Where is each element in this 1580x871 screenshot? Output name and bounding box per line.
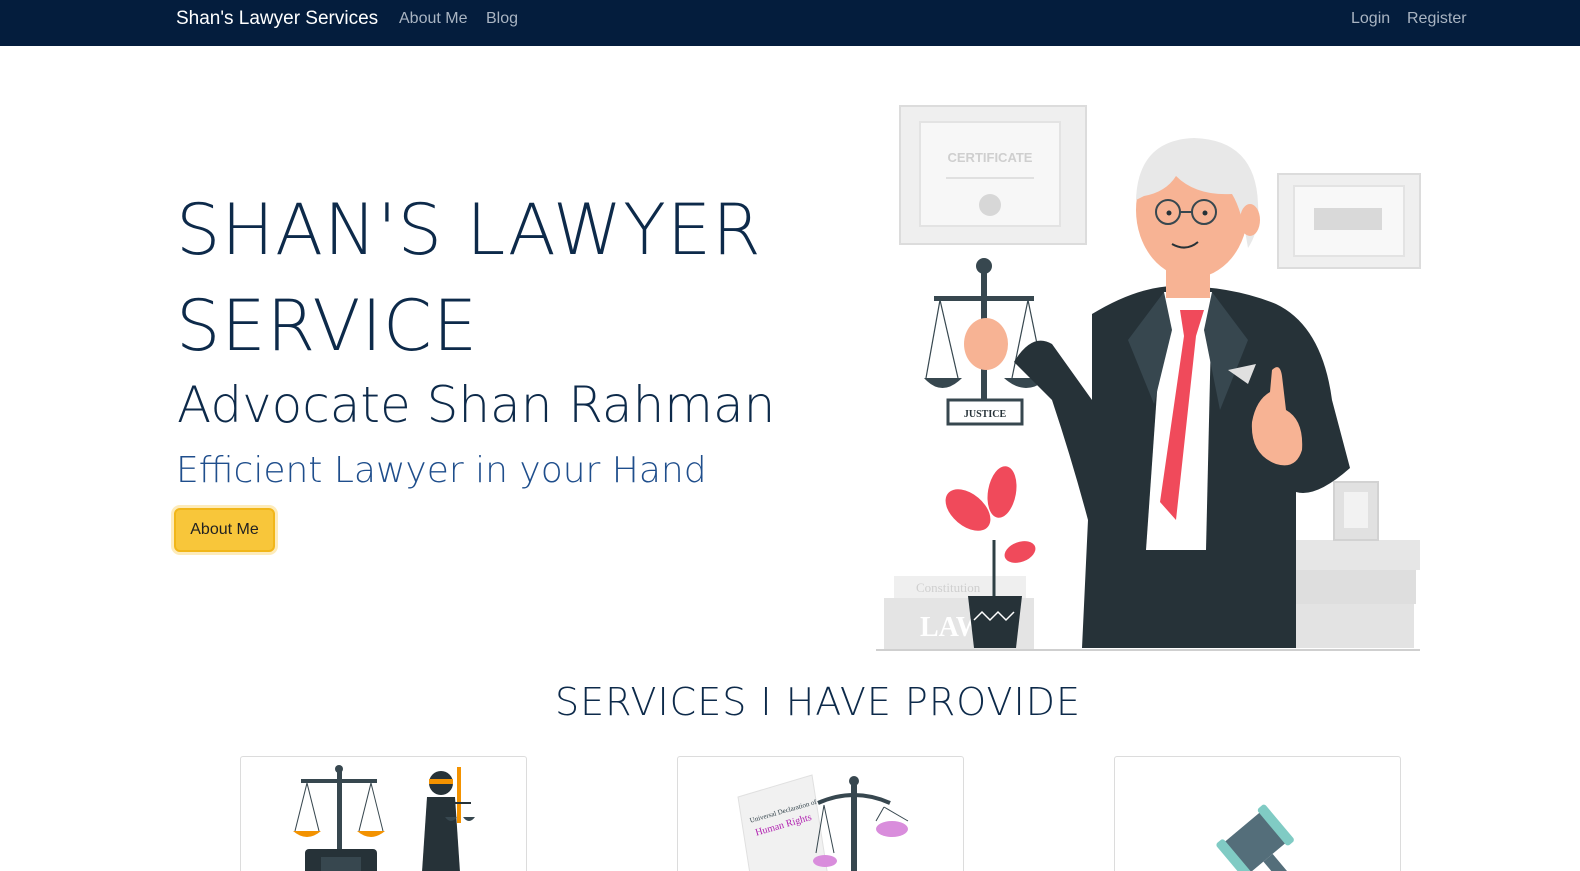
hero-title-line-1: SHAN'S LAWYER	[176, 189, 762, 271]
plant-pot	[968, 596, 1022, 648]
service-card-2[interactable]: Universal Declaration of Human Rights	[677, 756, 964, 871]
hero-subtitle: Advocate Shan Rahman	[177, 376, 776, 434]
gavel-icon	[1216, 804, 1299, 871]
brand-link[interactable]: Shan's Lawyer Services	[176, 8, 378, 30]
hero-title: SHAN'S LAWYER SERVICE	[176, 182, 816, 374]
navbar: Shan's Lawyer Services About Me Blog Log…	[0, 0, 1580, 46]
lawyer-illustration: CERTIFICATE Constitution LAW JUSTICE	[876, 105, 1421, 651]
nav-register[interactable]: Register	[1407, 10, 1467, 28]
justice-text: JUSTICE	[964, 409, 1007, 420]
hero-title-line-2: SERVICE	[176, 285, 479, 367]
nav-login[interactable]: Login	[1351, 10, 1390, 28]
services-title: SERVICES I HAVE PROVIDE	[555, 680, 1081, 724]
service-card-3[interactable]	[1114, 756, 1401, 871]
hero-tagline: Efficient Lawyer in your Hand	[176, 450, 707, 491]
certificate-text: CERTIFICATE	[948, 150, 1033, 165]
about-me-button[interactable]: About Me	[174, 508, 275, 552]
human-rights-scales-icon: Universal Declaration of Human Rights	[737, 774, 909, 871]
constitution-text: Constitution	[916, 580, 981, 595]
service-card-1[interactable]	[240, 756, 527, 871]
scales-and-lady-justice-icon	[293, 765, 475, 871]
nav-blog[interactable]: Blog	[486, 10, 518, 28]
nav-about-me[interactable]: About Me	[399, 10, 467, 28]
